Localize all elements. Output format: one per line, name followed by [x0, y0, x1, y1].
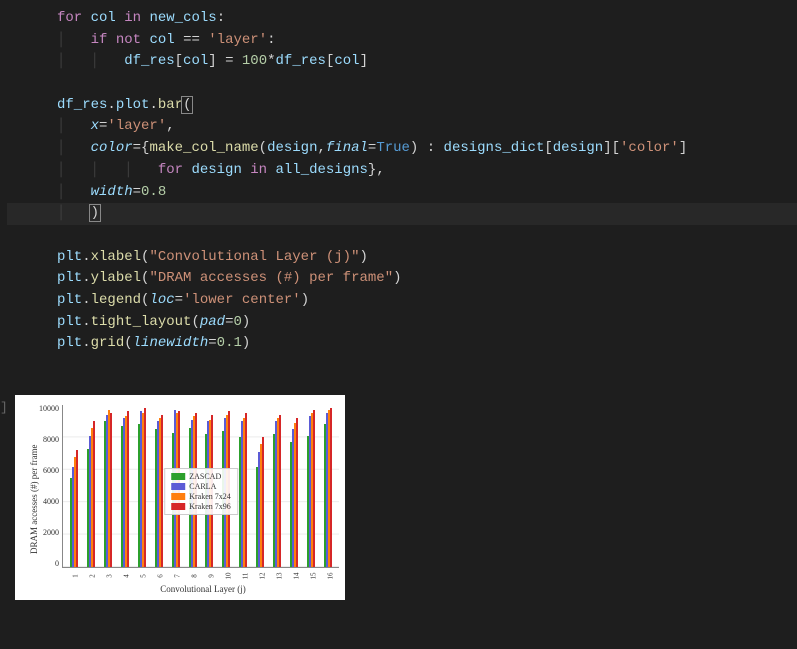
xtick: 11 — [240, 568, 252, 585]
bar-group — [285, 405, 302, 567]
legend-entry: ZASCAD — [171, 472, 231, 481]
bar-group — [134, 405, 151, 567]
xtick: 13 — [274, 568, 286, 585]
legend-swatch — [171, 483, 185, 490]
bar-group — [252, 405, 269, 567]
legend-swatch — [171, 493, 185, 500]
bar-group — [269, 405, 286, 567]
code-line: plt.grid(linewidth=0.1) — [7, 333, 797, 355]
bar-group — [100, 405, 117, 567]
chart-output-image[interactable]: DRAM accesses (#) per frame 10000 8000 6… — [15, 395, 345, 600]
code-editor[interactable]: for col in new_cols: │ if not col == 'la… — [4, 0, 797, 375]
bar — [161, 415, 163, 567]
chart-plot-area: ZASCAD CARLA Kraken 7x24 Kraken 7x96 — [62, 405, 339, 568]
xtick: 9 — [206, 568, 218, 585]
bar-group — [302, 405, 319, 567]
xtick: 5 — [138, 568, 150, 585]
cell-end-marker: ] — [0, 400, 8, 415]
code-line-active: │ ) — [7, 203, 797, 225]
code-line: plt.xlabel("Convolutional Layer (j)") — [7, 247, 797, 269]
bar — [279, 415, 281, 567]
code-line: │ │ df_res[col] = 100*df_res[col] — [7, 51, 797, 73]
bar — [296, 418, 298, 567]
bar — [330, 408, 332, 567]
code-line: │ x='layer', — [7, 116, 797, 138]
legend-swatch — [171, 473, 185, 480]
xtick: 14 — [291, 568, 303, 585]
chart-xaxis: 12345678910111213141516 — [39, 568, 339, 582]
chart-ylabel: DRAM accesses (#) per frame — [29, 405, 39, 594]
bar — [144, 408, 146, 567]
bar — [127, 411, 129, 567]
bar-group — [83, 405, 100, 567]
xtick: 6 — [155, 568, 167, 585]
bar-group — [319, 405, 336, 567]
code-line — [7, 73, 797, 95]
code-line: for col in new_cols: — [7, 8, 797, 30]
bar — [76, 450, 78, 567]
xtick: 8 — [189, 568, 201, 585]
code-line: plt.ylabel("DRAM accesses (#) per frame"… — [7, 268, 797, 290]
code-line: │ color={make_col_name(design,final=True… — [7, 138, 797, 160]
xtick: 1 — [70, 568, 82, 585]
chart-yaxis: 10000 8000 6000 4000 2000 0 — [39, 405, 62, 568]
xtick: 2 — [87, 568, 99, 585]
bar — [262, 437, 264, 567]
code-line: │ width=0.8 — [7, 182, 797, 204]
bar — [110, 413, 112, 567]
xtick: 16 — [325, 568, 337, 585]
xtick: 15 — [308, 568, 320, 585]
bar — [93, 421, 95, 567]
legend-entry: Kraken 7x96 — [171, 502, 231, 511]
legend-swatch — [171, 503, 185, 510]
xtick: 10 — [223, 568, 235, 585]
xtick: 3 — [104, 568, 116, 585]
xtick: 4 — [121, 568, 133, 585]
xtick: 12 — [257, 568, 269, 585]
code-line: │ │ │ for design in all_designs}, — [7, 160, 797, 182]
code-line: │ if not col == 'layer': — [7, 30, 797, 52]
bar — [313, 410, 315, 567]
bar — [245, 413, 247, 567]
legend-entry: CARLA — [171, 482, 231, 491]
legend-entry: Kraken 7x24 — [171, 492, 231, 501]
code-line: df_res.plot.bar( — [7, 95, 797, 117]
code-line — [7, 225, 797, 247]
xtick: 7 — [172, 568, 184, 585]
cell-output: DRAM accesses (#) per frame 10000 8000 6… — [0, 375, 797, 610]
bar-group — [66, 405, 83, 567]
code-line: plt.tight_layout(pad=0) — [7, 312, 797, 334]
chart-legend: ZASCAD CARLA Kraken 7x24 Kraken 7x96 — [164, 468, 238, 515]
bar-group — [117, 405, 134, 567]
code-line: plt.legend(loc='lower center') — [7, 290, 797, 312]
